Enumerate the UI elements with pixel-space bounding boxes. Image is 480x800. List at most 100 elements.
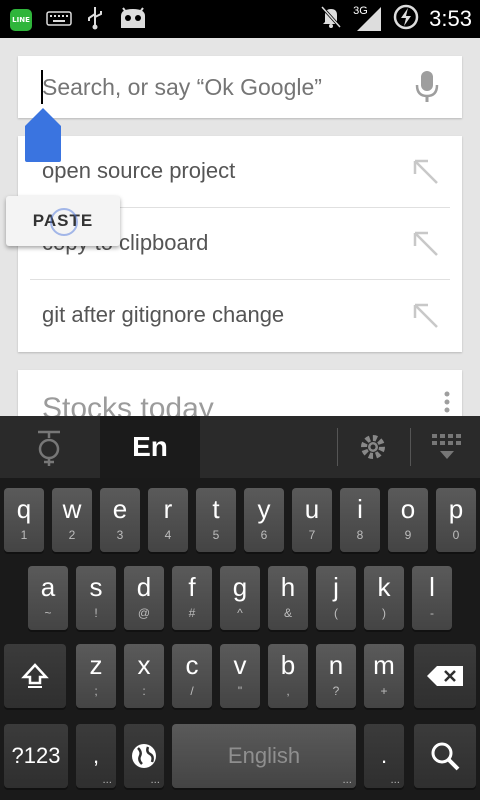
key-letter: e [112, 494, 128, 524]
no-battery-charging-icon [393, 4, 419, 34]
space-key[interactable]: English ... [172, 724, 356, 788]
key-letter: f [188, 572, 196, 602]
period-key[interactable]: . ... [364, 724, 404, 788]
key-t[interactable]: t5 [196, 488, 236, 552]
backspace-key[interactable] [414, 644, 476, 708]
key-u[interactable]: u7 [292, 488, 332, 552]
key-e[interactable]: e3 [100, 488, 140, 552]
key-alt: + [380, 684, 388, 698]
comma-key[interactable]: , ... [76, 724, 116, 788]
settings-gear-icon[interactable] [358, 432, 388, 466]
key-q[interactable]: q1 [4, 488, 44, 552]
mic-icon[interactable] [414, 70, 440, 108]
key-alt: : [142, 684, 146, 698]
key-alt: " [237, 684, 243, 698]
key-letter: h [280, 572, 296, 602]
key-letter: n [328, 650, 344, 680]
key-x[interactable]: x: [124, 644, 164, 708]
text-cursor [41, 70, 43, 104]
key-letter: x [137, 650, 151, 680]
fill-query-arrow-icon[interactable] [412, 158, 440, 190]
stocks-card-title: Stocks today [42, 392, 214, 416]
language-key[interactable]: ... [124, 724, 164, 788]
key-letter: d [136, 572, 152, 602]
key-o[interactable]: o9 [388, 488, 428, 552]
key-v[interactable]: v " [220, 644, 260, 708]
key-alt: @ [137, 606, 151, 620]
key-alt: ? [332, 684, 340, 698]
key-letter: l [429, 572, 435, 602]
shift-key[interactable] [4, 644, 66, 708]
key-c[interactable]: c / [172, 644, 212, 708]
divider [337, 428, 338, 466]
key-s[interactable]: s! [76, 566, 116, 630]
fill-query-arrow-icon[interactable] [412, 230, 440, 262]
key-z[interactable]: z; [76, 644, 116, 708]
key-alt: , [286, 684, 290, 698]
more-keys-indicator: ... [390, 775, 400, 786]
suggestion-row[interactable]: git after gitignore change [18, 280, 462, 352]
key-h[interactable]: h & [268, 566, 308, 630]
status-bar: LINE 3G 3:53 [0, 0, 480, 38]
key-letter: a [40, 572, 56, 602]
key-alt: ) [382, 606, 386, 620]
divider [410, 428, 411, 466]
key-j[interactable]: j( [316, 566, 356, 630]
symbols-key[interactable]: ?123 [4, 724, 68, 788]
key-d[interactable]: d @ [124, 566, 164, 630]
key-alt: 6 [260, 528, 268, 542]
key-letter: m [373, 650, 395, 680]
status-bar-left: LINE [10, 6, 148, 34]
key-letter: v [233, 650, 247, 680]
key-f[interactable]: f # [172, 566, 212, 630]
android-debug-icon [118, 6, 148, 34]
key-alt: 2 [68, 528, 76, 542]
soft-keyboard: En q1 w2 e3 r4 t5 y6 u7 i8 o9 p0 a ~ s! d… [0, 416, 480, 800]
touch-ripple [50, 208, 78, 236]
key-b[interactable]: b, [268, 644, 308, 708]
key-alt: 3 [116, 528, 124, 542]
key-letter: g [232, 572, 248, 602]
key-g[interactable]: g ^ [220, 566, 260, 630]
key-letter: o [400, 494, 416, 524]
key-a[interactable]: a ~ [28, 566, 68, 630]
hide-keyboard-icon[interactable] [430, 432, 464, 466]
key-m[interactable]: m + [364, 644, 404, 708]
key-alt: ^ [237, 606, 243, 620]
overflow-menu-icon[interactable] [444, 390, 450, 416]
key-letter: p [448, 494, 464, 524]
key-l[interactable]: l- [412, 566, 452, 630]
key-alt: 5 [212, 528, 220, 542]
key-k[interactable]: k) [364, 566, 404, 630]
clock: 3:53 [429, 6, 472, 31]
key-letter: y [257, 494, 271, 524]
stocks-card[interactable]: Stocks today [18, 370, 462, 416]
voice-input-icon[interactable] [32, 428, 66, 472]
key-w[interactable]: w2 [52, 488, 92, 552]
text-selection-handle[interactable] [23, 108, 63, 164]
key-alt: ! [94, 606, 98, 620]
key-letter: r [163, 494, 173, 524]
search-key[interactable] [414, 724, 476, 788]
key-i[interactable]: i8 [340, 488, 380, 552]
key-letter: b [280, 650, 296, 680]
keyboard-toolbar: En [0, 416, 480, 478]
key-n[interactable]: n? [316, 644, 356, 708]
key-alt: - [430, 606, 434, 620]
key-alt: 1 [20, 528, 28, 542]
mute-icon [319, 4, 343, 34]
key-y[interactable]: y6 [244, 488, 284, 552]
symbols-key-label: ?123 [11, 743, 61, 768]
search-card [18, 56, 462, 118]
language-tab[interactable]: En [100, 416, 200, 478]
more-keys-indicator: ... [342, 775, 352, 786]
fill-query-arrow-icon[interactable] [412, 302, 440, 334]
key-letter: k [377, 572, 391, 602]
key-r[interactable]: r4 [148, 488, 188, 552]
key-p[interactable]: p0 [436, 488, 476, 552]
key-letter: c [185, 650, 199, 680]
key-alt: 0 [452, 528, 460, 542]
search-input[interactable] [42, 70, 392, 104]
search-icon [414, 724, 476, 788]
key-alt: 7 [308, 528, 316, 542]
